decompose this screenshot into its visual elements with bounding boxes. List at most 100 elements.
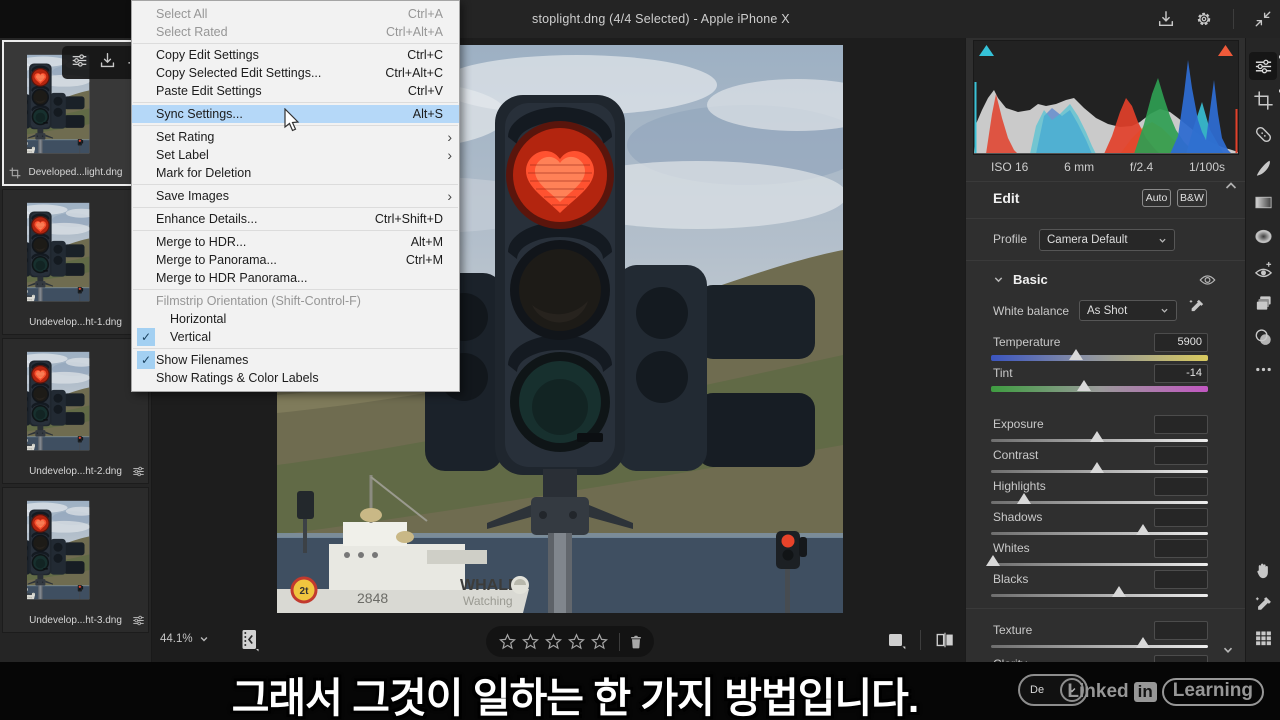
slider-thumb[interactable] [1090,431,1105,442]
document-title: stoplight.dng (4/4 Selected) - Apple iPh… [532,12,790,26]
red-eye-icon[interactable] [1249,256,1277,284]
slider-value-field[interactable] [1154,570,1208,589]
slider-track[interactable] [991,386,1208,392]
white-balance-eyedropper-icon[interactable] [1188,298,1205,315]
auto-button[interactable]: Auto [1142,189,1171,207]
more-options-icon[interactable] [1249,355,1277,383]
menu-item-show-ratings-color-labels[interactable]: Show Ratings & Color Labels [132,369,459,387]
profile-select[interactable]: Camera Default [1039,229,1175,251]
slider-thumb[interactable] [1077,380,1092,391]
menu-item-merge-to-panorama[interactable]: Merge to Panorama... Ctrl+M [132,251,459,269]
menu-item-enhance-details[interactable]: Enhance Details... Ctrl+Shift+D [132,210,459,228]
slider-track[interactable] [991,594,1208,597]
bw-button[interactable]: B&W [1177,189,1207,207]
slider-value-field[interactable] [1154,446,1208,465]
slider-track[interactable] [991,355,1208,361]
slider-thumb[interactable] [1135,637,1150,648]
star-rating-icon[interactable] [499,633,516,650]
slider-value-field[interactable] [1154,508,1208,527]
presets-icon[interactable] [1249,289,1277,317]
filmstrip-thumbnail-1[interactable]: Developed...light.dng⋯ [2,40,149,186]
menu-item-copy-selected-edit-settings[interactable]: Copy Selected Edit Settings... Ctrl+Alt+C [132,64,459,82]
menu-item-shortcut: Ctrl+V [407,84,443,98]
view-mode-icons [886,630,955,650]
check-icon: ✓ [137,351,155,369]
slider-thumb[interactable] [1112,586,1127,597]
settings-gear-icon[interactable] [1195,10,1213,28]
filmstrip-thumbnail-3[interactable]: Undevelop...ht-2.dng [2,338,149,484]
slider-value-field[interactable] [1154,539,1208,558]
menu-item-horizontal[interactable]: Horizontal [132,310,459,328]
menu-item-vertical[interactable]: ✓ Vertical [132,328,459,346]
menu-item-label: Select All [156,7,208,21]
histogram[interactable] [973,40,1239,155]
radial-gradient-icon[interactable] [1249,222,1277,250]
slider-thumb[interactable] [986,555,1001,566]
menu-item-merge-to-hdr-panorama[interactable]: Merge to HDR Panorama... [132,269,459,287]
scroll-up-icon[interactable] [1224,180,1238,192]
mouse-cursor [283,108,300,132]
grid-view-icon[interactable] [1249,624,1277,652]
exif-value: f/2.4 [1129,160,1154,174]
eyedropper-icon[interactable] [1249,590,1277,618]
menu-item-shortcut: Ctrl+C [407,48,443,62]
filmstrip-thumbnail-2[interactable]: Undevelop...ht-1.dng [2,189,149,335]
star-rating-icon[interactable] [591,633,608,650]
healing-icon[interactable] [1249,120,1277,148]
scroll-down-icon[interactable] [1221,644,1235,656]
slider-track[interactable] [991,532,1208,535]
menu-item-mark-for-deletion[interactable]: Mark for Deletion [132,164,459,182]
slider-thumb[interactable] [1068,349,1083,360]
menu-item-paste-edit-settings[interactable]: Paste Edit Settings Ctrl+V [132,82,459,100]
edit-sliders-icon[interactable] [1249,52,1280,80]
brush-icon[interactable] [1249,154,1277,182]
trash-icon[interactable] [628,634,644,650]
zoom-level-value: 44.1% [160,633,193,645]
slider-value-field[interactable] [1154,655,1208,662]
exif-value: 6 mm [1064,160,1095,174]
linear-gradient-icon[interactable] [1249,188,1277,216]
menu-item-label: Merge to Panorama... [156,253,277,267]
slider-thumb[interactable] [1135,524,1150,535]
menu-item-filmstrip-orientation-shift-control-f: Filmstrip Orientation (Shift-Control-F) [132,292,459,310]
section-visibility-eye-icon[interactable] [1199,274,1216,286]
slider-thumb[interactable] [1090,462,1105,473]
sliders-icon[interactable] [71,52,88,74]
hand-icon[interactable] [1249,556,1277,584]
star-rating-icon[interactable] [568,633,585,650]
menu-item-copy-edit-settings[interactable]: Copy Edit Settings Ctrl+C [132,46,459,64]
export-icon[interactable] [1157,10,1175,28]
slider-value-field[interactable] [1154,477,1208,496]
slider-temperature: Temperature 5900 [966,333,1245,361]
color-mixer-icon[interactable] [1249,323,1277,351]
collapse-panels-icon[interactable] [1254,10,1272,28]
slider-value-field[interactable] [1154,621,1208,640]
menu-item-merge-to-hdr[interactable]: Merge to HDR... Alt+M [132,233,459,251]
basic-section-title[interactable]: Basic [1013,272,1048,287]
slider-track[interactable] [991,563,1208,566]
filmstrip-thumbnail-4[interactable]: Undevelop...ht-3.dng [2,487,149,633]
star-rating-icon[interactable] [545,633,562,650]
chevron-down-icon[interactable] [993,274,1004,285]
star-rating-icon[interactable] [522,633,539,650]
solo-view-icon[interactable] [886,630,906,650]
crop-icon[interactable] [1249,86,1280,114]
slider-thumb[interactable] [1016,493,1031,504]
zoom-level-control[interactable]: 44.1% [160,633,209,645]
slider-exposure: Exposure [966,415,1245,443]
menu-separator [133,348,458,349]
export-icon[interactable] [99,52,116,74]
menu-item-set-label[interactable]: Set Label › [132,146,459,164]
lightroom-window: 2848 WHALE Watching 2t [0,0,1280,720]
menu-item-show-filenames[interactable]: ✓ Show Filenames [132,351,459,369]
filmstrip-toggle-button[interactable] [239,628,261,653]
white-balance-select[interactable]: As Shot [1079,300,1177,321]
titlebar-corner [0,0,131,38]
slider-value-field[interactable]: 5900 [1154,333,1208,352]
slider-contrast: Contrast [966,446,1245,474]
slider-value-field[interactable] [1154,415,1208,434]
menu-item-save-images[interactable]: Save Images › [132,187,459,205]
split-view-icon[interactable] [935,630,955,650]
slider-value-field[interactable]: -14 [1154,364,1208,383]
slider-track[interactable] [991,645,1208,648]
